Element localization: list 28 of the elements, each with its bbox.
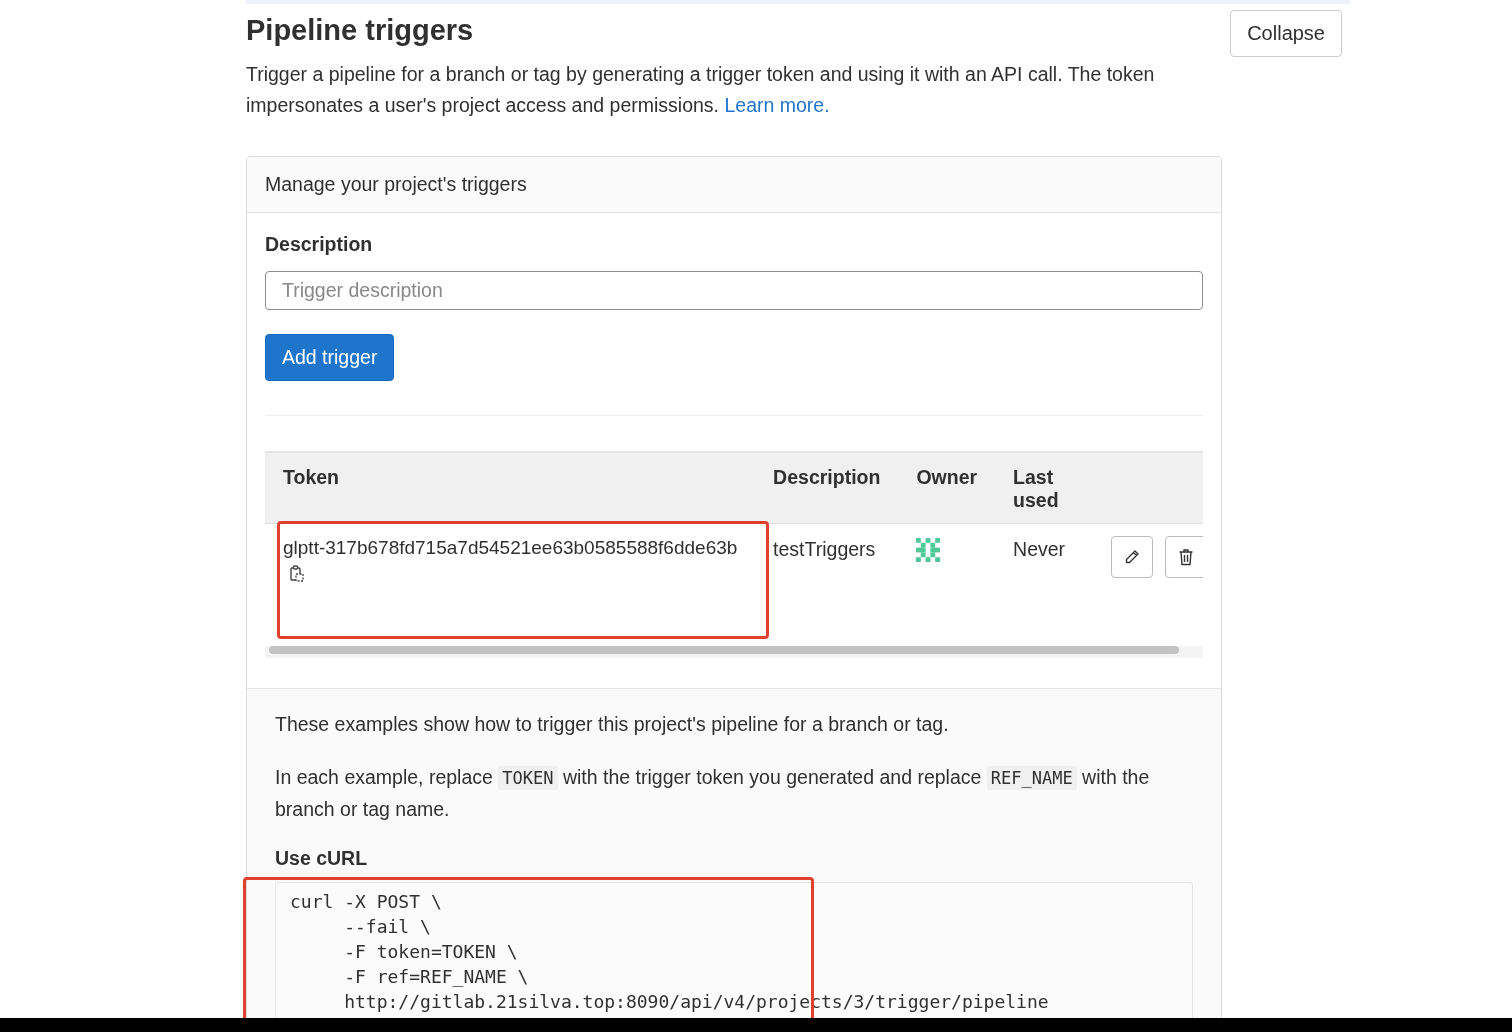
edit-button[interactable] bbox=[1111, 536, 1153, 578]
avatar-icon bbox=[916, 538, 941, 562]
code-line: --fail \ bbox=[343, 915, 432, 939]
scrollbar[interactable] bbox=[269, 646, 1179, 654]
code-line: -F ref=REF_NAME \ bbox=[343, 965, 530, 989]
column-header: Owner bbox=[898, 452, 996, 524]
learn-more-link[interactable]: Learn more. bbox=[724, 94, 830, 116]
column-header: Description bbox=[767, 452, 899, 524]
description-field[interactable]: Trigger description bbox=[265, 271, 1203, 310]
code-line: curl -X POST \ bbox=[290, 890, 443, 914]
add-trigger-button[interactable]: Add trigger bbox=[265, 334, 395, 381]
column-header: Last used bbox=[995, 452, 1093, 524]
table-cell: Never bbox=[1013, 538, 1066, 560]
card-header: Manage your project's triggers bbox=[247, 157, 1221, 213]
curl-heading: Use cURL bbox=[275, 847, 369, 870]
collapse-button[interactable]: Collapse bbox=[1230, 10, 1342, 57]
table-cell: testTriggers bbox=[773, 538, 876, 560]
pencil-icon bbox=[1124, 549, 1140, 565]
code-line: -F token=TOKEN \ bbox=[343, 940, 519, 964]
column-header: Token bbox=[265, 452, 768, 524]
intro-text: Trigger a pipeline for a branch or tag by generating a trigger token and using it with an API call. The token impersonates a user's project access and permissions. Learn more. bbox=[246, 62, 1156, 118]
trash-icon bbox=[1178, 548, 1194, 566]
examples-text: These examples show how to trigger this project's pipeline for a branch or tag. bbox=[275, 712, 950, 737]
section-title: Pipeline triggers bbox=[246, 14, 474, 47]
field-label: Description bbox=[265, 233, 374, 256]
delete-button[interactable] bbox=[1165, 536, 1203, 578]
replace-instructions: In each example, replace TOKEN with the trigger token you generated and replace REF_NAME with the branch or tag name. bbox=[275, 765, 1151, 822]
token-text: glptt-317b678fd715a7d54521ee63b0585588f6dde63b bbox=[283, 536, 739, 559]
